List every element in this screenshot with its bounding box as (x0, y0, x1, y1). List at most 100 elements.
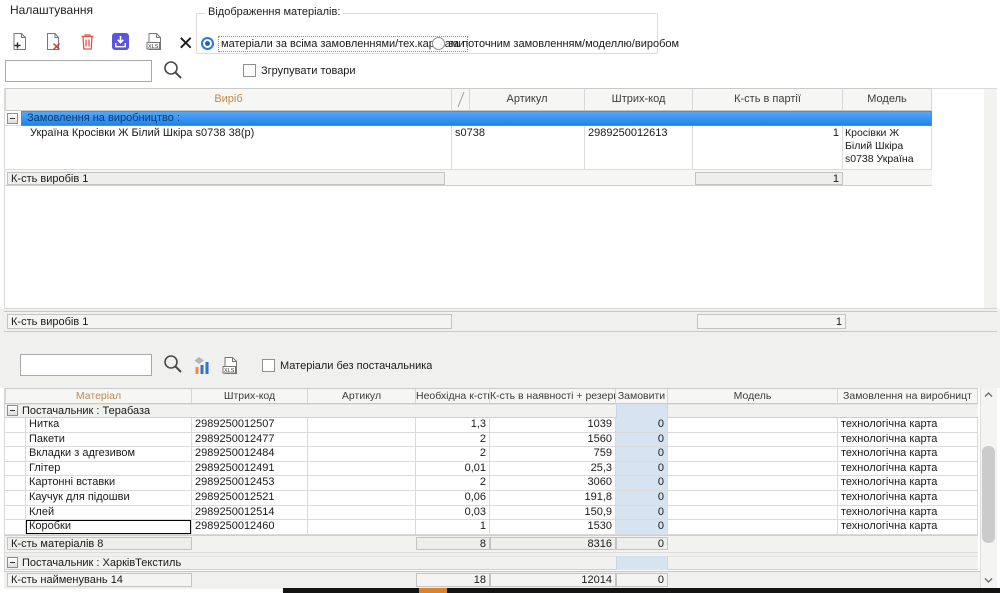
table-row[interactable]: Глітер 2989250012491 0,01 25,3 0 техноло… (5, 462, 978, 477)
cell-model[interactable] (668, 476, 838, 491)
orders-group-row[interactable]: Замовлення на виробництво : (21, 111, 932, 126)
col-header-needed-qty[interactable]: Необхідна к-сть (416, 388, 490, 404)
table-row[interactable]: Клей 2989250012514 0,03 150,9 0 технолог… (5, 506, 978, 521)
cell-production-order[interactable]: технологічна карта (838, 491, 978, 506)
cell-material[interactable]: Клей (26, 506, 192, 521)
materials-search-button[interactable] (162, 353, 185, 379)
radio-all-orders[interactable] (201, 37, 214, 50)
table-row[interactable]: Пакети 2989250012477 2 1560 0 технологіч… (5, 433, 978, 448)
cell-production-order[interactable]: технологічна карта (838, 418, 978, 433)
table-row[interactable]: Каучук для підошви 2989250012521 0,06 19… (5, 491, 978, 506)
cell-product[interactable]: Україна Кросівки Ж Білий Шкіра s0738 38(… (27, 126, 452, 170)
products-search-input[interactable] (5, 60, 152, 82)
table-row[interactable]: Картонні вставки 2989250012453 2 3060 0 … (5, 476, 978, 491)
cell-available-qty[interactable]: 1039 (490, 418, 616, 433)
group-products-checkbox-label[interactable]: Згрупувати товари (261, 65, 356, 77)
collapse-button[interactable] (7, 113, 18, 124)
cell-needed-qty[interactable]: 1,3 (416, 418, 490, 433)
col-header-article[interactable]: Артикул (470, 88, 585, 111)
col-header-model2[interactable]: Модель (668, 388, 838, 404)
cell-model[interactable] (668, 506, 838, 521)
cell-available-qty[interactable]: 1530 (490, 520, 616, 535)
cell-barcode[interactable]: 2989250012453 (192, 476, 308, 491)
cell-material[interactable]: Глітер (26, 462, 192, 477)
cell-barcode[interactable]: 2989250012477 (192, 433, 308, 448)
col-header-model[interactable]: Модель (843, 88, 932, 111)
col-header-product[interactable]: Виріб (5, 88, 452, 111)
materials-search-input[interactable] (20, 354, 152, 376)
collapse-button[interactable] (7, 557, 18, 568)
radio-all-orders-label[interactable]: матеріали за всіма замовленнями/тех.карт… (218, 36, 468, 52)
cell-model[interactable] (668, 520, 838, 535)
collapse-button[interactable] (7, 405, 18, 416)
cell-material[interactable]: Нитка (26, 418, 192, 433)
table-row[interactable]: Коробки 2989250012460 1 1530 0 технологі… (5, 520, 978, 535)
col-header-batch-qty[interactable]: К-сть в партії (693, 88, 843, 111)
cell-available-qty[interactable]: 191,8 (490, 491, 616, 506)
cell-article[interactable] (308, 476, 416, 491)
no-supplier-checkbox-label[interactable]: Матеріали без постачальника (280, 360, 432, 372)
col-header-article2[interactable]: Артикул (308, 388, 416, 404)
cell-order-qty[interactable]: 0 (616, 491, 668, 506)
cell-needed-qty[interactable]: 2 (416, 447, 490, 462)
cell-order-qty[interactable]: 0 (616, 520, 668, 535)
cell-article[interactable] (308, 491, 416, 506)
cell-production-order[interactable]: технологічна карта (838, 520, 978, 535)
add-document-button[interactable] (8, 30, 30, 52)
col-header-barcode[interactable]: Штрих-код (585, 88, 693, 111)
delete-button[interactable] (76, 30, 98, 52)
cell-order-qty[interactable]: 0 (616, 462, 668, 477)
cell-material[interactable]: Пакети (26, 433, 192, 448)
cell-order-qty[interactable]: 0 (616, 506, 668, 521)
cell-material[interactable]: Каучук для підошви (26, 491, 192, 506)
col-header-material[interactable]: Матеріал (5, 388, 192, 404)
cell-needed-qty[interactable]: 2 (416, 476, 490, 491)
products-search-button[interactable] (162, 59, 185, 85)
cell-article[interactable] (308, 418, 416, 433)
cell-production-order[interactable]: технологічна карта (838, 433, 978, 448)
col-header-production-order[interactable]: Замовлення на виробницт (838, 388, 978, 404)
cell-available-qty[interactable]: 759 (490, 447, 616, 462)
cell-article[interactable] (308, 520, 416, 535)
chart-filter-button[interactable] (193, 354, 215, 376)
scroll-down-icon[interactable] (983, 576, 994, 588)
col-header-order[interactable]: Замовити (616, 388, 668, 404)
cell-article[interactable] (308, 462, 416, 477)
cell-production-order[interactable]: технологічна карта (838, 462, 978, 477)
cell-article[interactable] (308, 506, 416, 521)
scroll-up-icon[interactable] (983, 390, 994, 402)
cell-barcode[interactable]: 2989250012491 (192, 462, 308, 477)
cell-production-order[interactable]: технологічна карта (838, 447, 978, 462)
cell-order-qty[interactable]: 0 (616, 447, 668, 462)
no-supplier-checkbox[interactable] (262, 359, 275, 372)
cell-article[interactable] (308, 433, 416, 448)
group-products-checkbox[interactable] (243, 64, 256, 77)
cell-order-qty[interactable]: 0 (616, 418, 668, 433)
import-button[interactable] (109, 30, 131, 52)
cell-production-order[interactable]: технологічна карта (838, 476, 978, 491)
cell-needed-qty[interactable]: 1 (416, 520, 490, 535)
cell-order-qty[interactable]: 0 (616, 433, 668, 448)
cell-available-qty[interactable]: 150,9 (490, 506, 616, 521)
cell-barcode[interactable]: 2989250012613 (585, 126, 693, 170)
cell-barcode[interactable]: 2989250012521 (192, 491, 308, 506)
col-header-available-qty[interactable]: К-сть в наявності + резерв (490, 388, 616, 404)
cell-needed-qty[interactable]: 0,06 (416, 491, 490, 506)
cell-model[interactable] (668, 433, 838, 448)
cell-barcode[interactable]: 2989250012514 (192, 506, 308, 521)
scrollbar-thumb[interactable] (982, 446, 995, 543)
radio-current-order-label[interactable]: за поточним замовленням/моделлю/виробом (448, 38, 679, 50)
cell-available-qty[interactable]: 3060 (490, 476, 616, 491)
cell-available-qty[interactable]: 25,3 (490, 462, 616, 477)
table-row[interactable]: Нитка 2989250012507 1,3 1039 0 технологі… (5, 418, 978, 433)
cell-material[interactable]: Коробки (26, 520, 192, 535)
supplier-group-row-1[interactable] (5, 404, 978, 418)
cell-model[interactable]: Кросівки Ж Білий Шкіра s0738 Україна (843, 126, 932, 170)
cell-model[interactable] (668, 447, 838, 462)
cell-article[interactable] (308, 447, 416, 462)
cell-material[interactable]: Вкладки з адгезивом (26, 447, 192, 462)
cell-barcode[interactable]: 2989250012460 (192, 520, 308, 535)
cell-barcode[interactable]: 2989250012484 (192, 447, 308, 462)
radio-current-order[interactable] (432, 37, 445, 50)
cell-material[interactable]: Картонні вставки (26, 476, 192, 491)
